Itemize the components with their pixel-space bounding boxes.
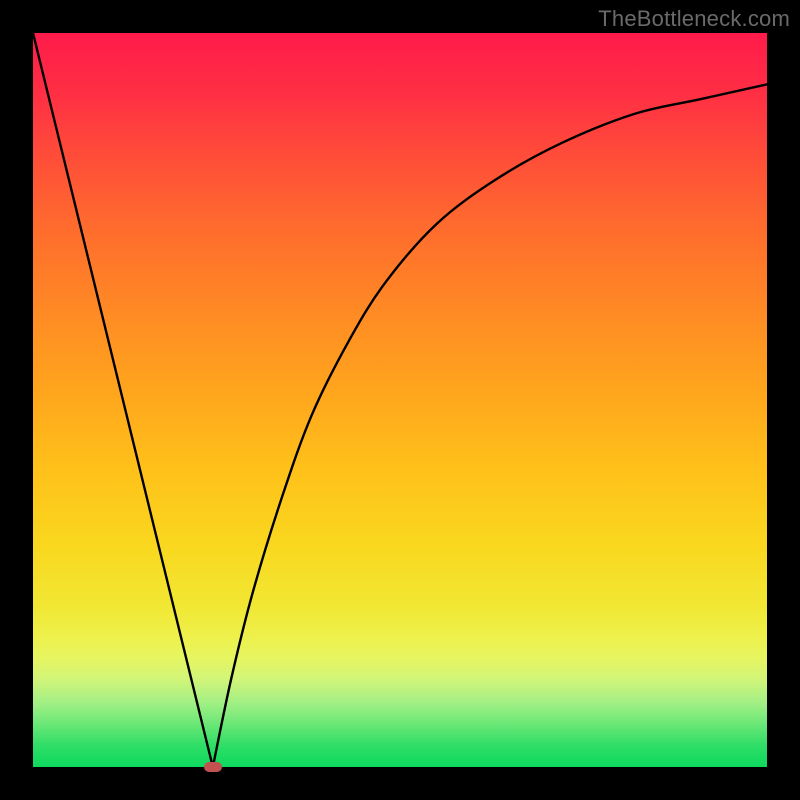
- chart-frame: TheBottleneck.com: [0, 0, 800, 800]
- chart-plot-area: [33, 33, 767, 767]
- watermark-text: TheBottleneck.com: [598, 6, 790, 32]
- bottleneck-curve: [33, 33, 767, 767]
- minimum-marker: [204, 762, 222, 772]
